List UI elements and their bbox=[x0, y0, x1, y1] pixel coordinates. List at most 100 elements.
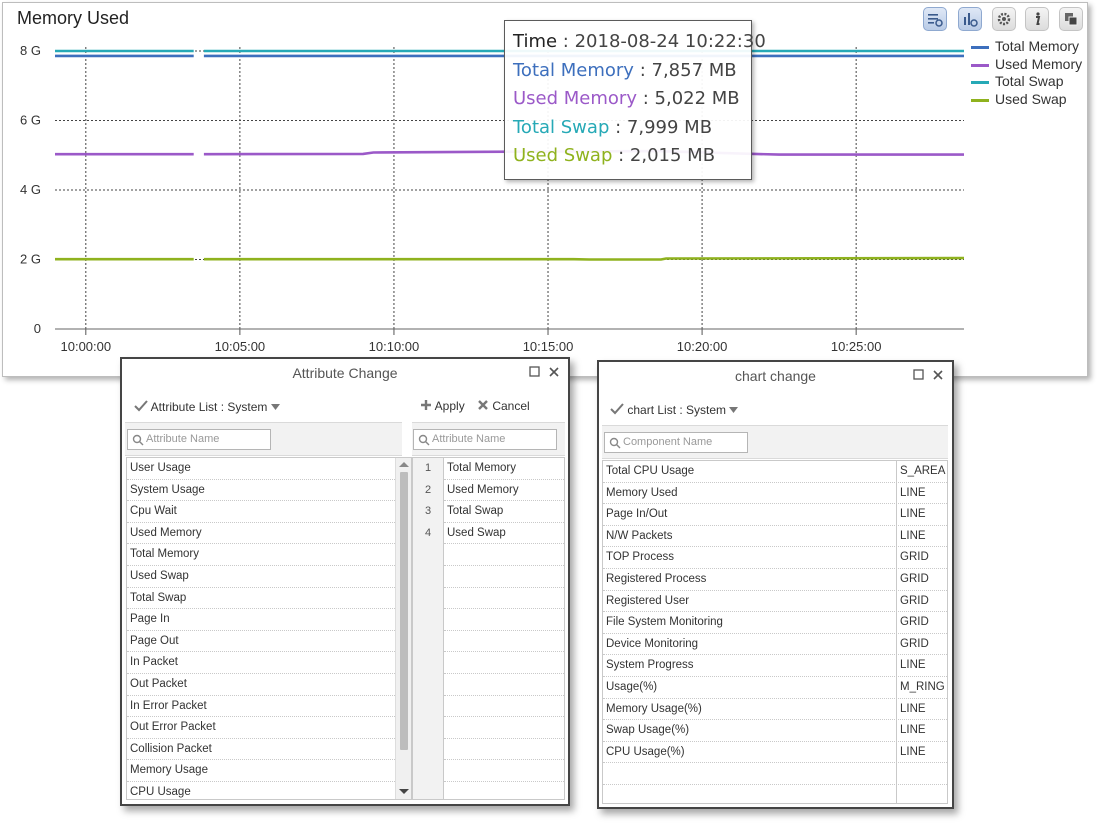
attribute-list-item[interactable]: CPU Usage bbox=[127, 782, 395, 799]
right-attribute-search[interactable]: Attribute Name bbox=[413, 429, 557, 450]
attribute-list-item[interactable]: Cpu Wait bbox=[127, 501, 395, 523]
component-name: Device Monitoring bbox=[606, 637, 699, 650]
component-row[interactable]: N/W Packets LINE bbox=[603, 526, 947, 548]
tooltip-label-used-memory: Used Memory bbox=[513, 88, 637, 109]
component-type: M_RING bbox=[900, 681, 945, 693]
close-icon[interactable] bbox=[547, 365, 561, 379]
search-icon bbox=[132, 434, 144, 446]
selected-attribute-item[interactable]: Total Swap bbox=[444, 501, 564, 523]
attribute-list-item[interactable]: Out Error Packet bbox=[127, 717, 395, 739]
scroll-up-icon[interactable] bbox=[398, 461, 410, 469]
selected-attribute-item[interactable]: Used Memory bbox=[444, 480, 564, 502]
available-list-scrollbar[interactable] bbox=[395, 458, 411, 799]
check-icon bbox=[610, 403, 624, 415]
component-row[interactable]: Usage(%) M_RING bbox=[603, 677, 947, 699]
caret-down-icon bbox=[729, 407, 739, 413]
attribute-list-item[interactable]: In Packet bbox=[127, 652, 395, 674]
component-row[interactable]: Registered Process GRID bbox=[603, 569, 947, 591]
component-type: LINE bbox=[900, 702, 926, 715]
component-name: Registered User bbox=[606, 594, 690, 607]
available-attribute-list: User Usage System Usage Cpu Wait Used Memor… bbox=[126, 457, 412, 800]
empty-row bbox=[444, 588, 564, 610]
component-name: Swap Usage(%) bbox=[606, 724, 690, 737]
tooltip-value-used-swap: 2,015 MB bbox=[629, 145, 716, 166]
attribute-list-item[interactable]: Memory Usage bbox=[127, 760, 395, 782]
legend-item[interactable]: Total Swap bbox=[971, 73, 1082, 91]
attribute-list-item[interactable]: Total Swap bbox=[127, 588, 395, 610]
x-tick-label: 10:25:00 bbox=[831, 339, 882, 354]
chart-tooltip: Time : 2018-08-24 10:22:30 Total Memory … bbox=[504, 20, 766, 180]
empty-row bbox=[444, 566, 564, 588]
cancel-button[interactable]: Cancel bbox=[477, 399, 530, 413]
component-row[interactable]: Memory Used LINE bbox=[603, 483, 947, 505]
chart-change-dialog: chart change chart List : System Compone… bbox=[597, 360, 954, 809]
selected-row-number: 2 bbox=[424, 483, 432, 496]
component-type: LINE bbox=[900, 724, 926, 737]
series-line-used-swap bbox=[203, 256, 965, 261]
y-tick-label: 6 G bbox=[20, 113, 41, 128]
empty-row bbox=[444, 696, 564, 718]
component-row[interactable]: Device Monitoring GRID bbox=[603, 634, 947, 656]
component-row[interactable]: TOP Process GRID bbox=[603, 547, 947, 569]
scroll-thumb[interactable] bbox=[400, 472, 408, 750]
legend-label: Total Swap bbox=[995, 73, 1064, 89]
search-icon bbox=[418, 434, 430, 446]
component-row[interactable]: File System Monitoring GRID bbox=[603, 612, 947, 634]
component-name: Memory Used bbox=[606, 486, 678, 499]
y-tick-label: 0 bbox=[34, 321, 41, 336]
attribute-list-item[interactable]: User Usage bbox=[127, 458, 395, 480]
maximize-icon[interactable] bbox=[528, 365, 542, 379]
apply-label: Apply bbox=[434, 399, 465, 413]
attribute-list-item[interactable]: Page Out bbox=[127, 631, 395, 653]
attribute-list-item[interactable]: Out Packet bbox=[127, 674, 395, 696]
memory-used-chart-panel: Memory Used 0 2 G 4 G 6 G 8 G 10:00:00 1… bbox=[2, 2, 1088, 377]
component-row[interactable]: Page In/Out LINE bbox=[603, 504, 947, 526]
y-tick-label: 8 G bbox=[20, 43, 41, 58]
left-attribute-search[interactable]: Attribute Name bbox=[127, 429, 271, 450]
component-name: Usage(%) bbox=[606, 681, 658, 693]
legend-swatch bbox=[971, 81, 989, 84]
component-name: Memory Usage(%) bbox=[606, 702, 702, 715]
attribute-list-item[interactable]: Total Memory bbox=[127, 544, 395, 566]
selected-attribute-item[interactable]: Total Memory bbox=[444, 458, 564, 480]
component-row[interactable]: Total CPU Usage S_AREA bbox=[603, 461, 947, 483]
tooltip-label-total-swap: Total Swap bbox=[513, 116, 610, 138]
component-row[interactable]: Memory Usage(%) LINE bbox=[603, 699, 947, 721]
attribute-list-item[interactable]: Used Swap bbox=[127, 566, 395, 588]
attribute-list-item[interactable]: Page In bbox=[127, 609, 395, 631]
tooltip-value-used-memory: 5,022 MB bbox=[654, 88, 740, 109]
component-search[interactable]: Component Name bbox=[604, 432, 748, 453]
scroll-down-icon[interactable] bbox=[398, 788, 410, 796]
legend-item[interactable]: Used Swap bbox=[971, 91, 1082, 109]
component-name: Total CPU Usage bbox=[606, 465, 695, 477]
component-type: GRID bbox=[900, 594, 929, 607]
attribute-list-item[interactable]: Used Memory bbox=[127, 523, 395, 545]
maximize-icon[interactable] bbox=[912, 368, 926, 382]
chart-list-label: chart List : System bbox=[627, 403, 727, 417]
component-name: TOP Process bbox=[606, 551, 674, 564]
empty-row bbox=[444, 717, 564, 739]
empty-row bbox=[444, 760, 564, 782]
x-tick-label: 10:20:00 bbox=[677, 339, 728, 354]
close-icon[interactable] bbox=[931, 368, 945, 382]
component-row[interactable]: Swap Usage(%) LINE bbox=[603, 720, 947, 742]
chart-list-selector[interactable]: chart List : System bbox=[610, 403, 739, 417]
attribute-list-item[interactable]: System Usage bbox=[127, 480, 395, 502]
component-type: LINE bbox=[900, 659, 926, 672]
empty-row bbox=[444, 739, 564, 761]
component-row[interactable]: System Progress LINE bbox=[603, 655, 947, 677]
component-name: CPU Usage(%) bbox=[606, 745, 685, 758]
component-type: LINE bbox=[900, 486, 926, 499]
component-type: LINE bbox=[900, 529, 926, 542]
plus-icon bbox=[421, 400, 431, 410]
attribute-list-item[interactable]: Collision Packet bbox=[127, 739, 395, 761]
apply-button[interactable]: Apply bbox=[420, 399, 465, 413]
component-row[interactable]: Registered User GRID bbox=[603, 591, 947, 613]
legend-item[interactable]: Used Memory bbox=[971, 56, 1082, 74]
attribute-list-selector[interactable]: Attribute List : System bbox=[134, 400, 280, 414]
attribute-list-item[interactable]: In Error Packet bbox=[127, 696, 395, 718]
tooltip-time-value: 2018-08-24 10:22:30 bbox=[574, 31, 766, 52]
component-row[interactable]: CPU Usage(%) LINE bbox=[603, 742, 947, 764]
selected-attribute-item[interactable]: Used Swap bbox=[444, 523, 564, 545]
legend-item[interactable]: Total Memory bbox=[971, 38, 1082, 56]
